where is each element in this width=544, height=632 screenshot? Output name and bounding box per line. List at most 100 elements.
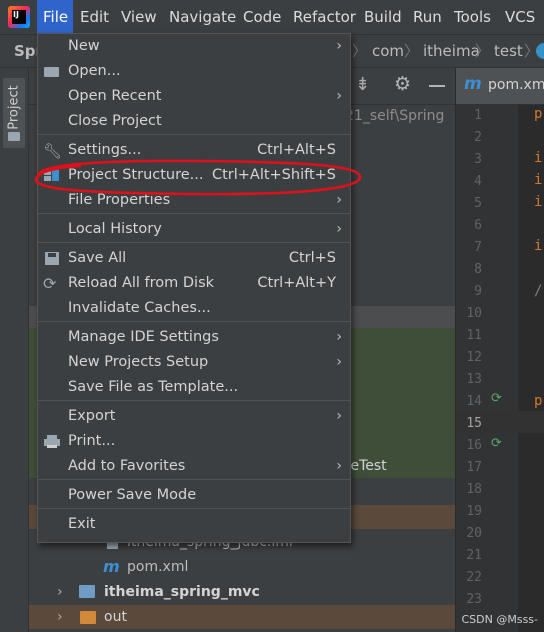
code-fragment: i	[534, 238, 543, 254]
menu-item-new-projects-setup[interactable]: New Projects Setup ›	[38, 350, 350, 375]
menu-item-label: Save File as Template...	[68, 379, 239, 395]
file-menu-dropdown: New › Open... Open Recent › Close Project 🔧︎ Se…	[37, 33, 351, 543]
menu-separator	[38, 242, 350, 243]
tool-window-strip	[0, 68, 29, 632]
breadcrumb-test[interactable]: test	[494, 35, 523, 67]
menu-item-print[interactable]: Print...	[38, 429, 350, 454]
line-number: 16	[466, 438, 482, 453]
menu-item-open[interactable]: Open...	[38, 59, 350, 84]
menu-item-reload-all-from-disk[interactable]: ⟳ Reload All from Disk Ctrl+Alt+Y	[38, 271, 350, 296]
tree-item-module-mvc[interactable]: › itheima_spring_mvc	[29, 580, 455, 604]
line-number: 8	[474, 262, 482, 277]
line-number: 15	[466, 416, 482, 431]
gear-icon[interactable]: ⚙	[394, 73, 411, 95]
menu-vcs[interactable]: VCS	[499, 0, 541, 34]
menu-item-close-project[interactable]: Close Project	[38, 109, 350, 134]
line-number: 14	[466, 394, 482, 409]
menu-navigate[interactable]: Navigate	[163, 0, 242, 34]
menu-separator	[38, 134, 350, 135]
implement-gutter-icon[interactable]: ⟳	[491, 436, 502, 451]
menu-run[interactable]: Run	[407, 0, 448, 34]
menu-item-local-history[interactable]: Local History ›	[38, 217, 350, 242]
line-number: 9	[474, 284, 482, 299]
menu-item-exit[interactable]: Exit	[38, 512, 350, 537]
menu-code[interactable]: Code	[237, 0, 287, 34]
printer-icon	[44, 435, 60, 448]
line-number: 17	[466, 460, 482, 475]
tree-item-pom[interactable]: m pom.xml	[29, 555, 455, 579]
main-menu-bar: IJ File Edit View Navigate Code Refactor…	[0, 0, 544, 35]
breadcrumb-separator-icon: 〉	[352, 42, 368, 60]
line-number: 22	[466, 570, 482, 585]
line-number: 21	[466, 548, 482, 563]
menu-item-save-all[interactable]: Save All Ctrl+S	[38, 246, 350, 271]
menu-item-label: Exit	[68, 516, 96, 532]
implement-gutter-icon[interactable]: ⟳	[491, 391, 502, 406]
menu-item-label: Add to Favorites	[68, 458, 186, 474]
project-path-hint: 21_self\Spring	[345, 108, 445, 124]
line-number: 11	[466, 328, 482, 343]
menu-item-new[interactable]: New ›	[38, 34, 350, 59]
menu-file[interactable]: File	[37, 0, 73, 34]
menu-item-invalidate-caches[interactable]: Invalidate Caches...	[38, 296, 350, 321]
breadcrumb-separator-icon: 〉	[404, 42, 420, 60]
menu-item-shortcut: Ctrl+S	[288, 250, 336, 266]
expand-arrow-icon[interactable]: ›	[57, 605, 63, 629]
line-number: 20	[466, 526, 482, 541]
line-number: 1	[474, 108, 482, 123]
line-number: 19	[466, 504, 482, 519]
menu-build[interactable]: Build	[358, 0, 408, 34]
folder-icon	[8, 132, 20, 141]
breadcrumb-com[interactable]: com	[372, 35, 404, 67]
watermark: CSDN @Msss-	[461, 613, 538, 626]
open-folder-icon	[44, 65, 60, 78]
menu-item-label: Open...	[68, 63, 121, 79]
editor-tab-pom[interactable]: m pom.xml	[456, 68, 544, 104]
module-folder-icon	[79, 585, 95, 598]
submenu-arrow-icon: ›	[336, 408, 342, 424]
line-number: 23	[466, 592, 482, 607]
menu-separator	[38, 508, 350, 509]
menu-item-label: New	[68, 38, 100, 54]
menu-item-export[interactable]: Export ›	[38, 404, 350, 429]
menu-separator	[38, 321, 350, 322]
menu-item-label: Close Project	[68, 113, 162, 129]
tree-item-label: out	[104, 609, 127, 625]
menu-item-add-to-favorites[interactable]: Add to Favorites ›	[38, 454, 350, 479]
line-number: 5	[474, 196, 482, 211]
menu-item-label: Export	[68, 408, 116, 424]
line-number: 6	[474, 218, 482, 233]
menu-tools[interactable]: Tools	[448, 0, 497, 34]
submenu-arrow-icon: ›	[336, 458, 342, 474]
menu-refactor[interactable]: Refactor	[287, 0, 362, 34]
menu-item-label: Save All	[68, 250, 127, 266]
menu-item-open-recent[interactable]: Open Recent ›	[38, 84, 350, 109]
submenu-arrow-icon: ›	[336, 88, 342, 104]
menu-item-label: Print...	[68, 433, 116, 449]
code-fragment: i	[534, 194, 543, 210]
breadcrumb-itheima[interactable]: itheima	[423, 35, 480, 67]
menu-item-label: Invalidate Caches...	[68, 300, 211, 316]
expand-arrow-icon[interactable]: ›	[57, 580, 63, 604]
menu-separator	[38, 479, 350, 480]
menu-separator	[38, 400, 350, 401]
tree-item-label: itheima_spring_mvc	[104, 584, 260, 600]
menu-item-manage-ide-settings[interactable]: Manage IDE Settings ›	[38, 325, 350, 350]
submenu-arrow-icon: ›	[336, 329, 342, 345]
hide-panel-icon[interactable]	[429, 85, 445, 87]
menu-item-save-file-as-template[interactable]: Save File as Template...	[38, 375, 350, 400]
editor-tab-bar: m pom.xml	[456, 68, 544, 105]
line-number: 7	[474, 240, 482, 255]
tree-item-out[interactable]: › out	[29, 605, 455, 629]
editor-tab-label: pom.xml	[488, 77, 544, 93]
submenu-arrow-icon: ›	[336, 354, 342, 370]
code-fragment: i	[534, 172, 543, 188]
submenu-arrow-icon: ›	[336, 38, 342, 54]
menu-item-power-save-mode[interactable]: Power Save Mode	[38, 483, 350, 508]
collapse-all-icon[interactable]: ⇟	[355, 74, 370, 95]
menu-edit[interactable]: Edit	[74, 0, 115, 34]
code-fragment: p	[534, 393, 543, 409]
red-annotation-oval	[34, 159, 362, 196]
menu-item-label: Reload All from Disk	[68, 275, 215, 291]
menu-view[interactable]: View	[115, 0, 163, 34]
